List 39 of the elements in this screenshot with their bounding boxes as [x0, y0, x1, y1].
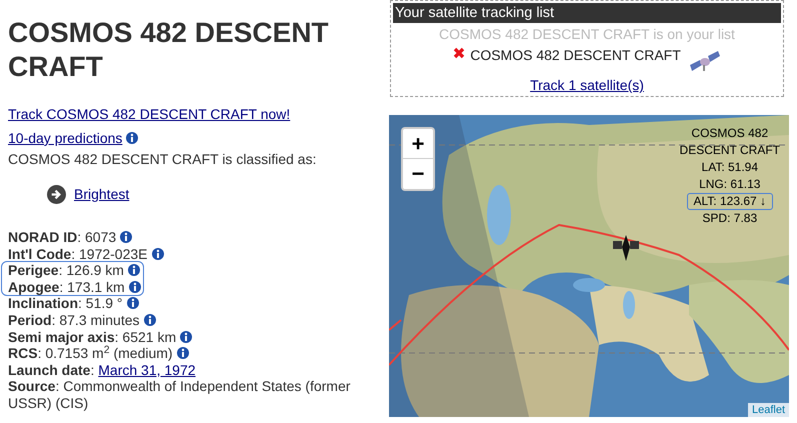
satellite-marker-icon	[613, 235, 639, 261]
satellite-name: COSMOS 482 DESCENT CRAFT	[470, 47, 681, 64]
info-icon[interactable]	[180, 330, 192, 343]
fact-text: Apogee: 173.1 km	[8, 278, 125, 295]
panel-header: Your satellite tracking list	[393, 3, 781, 23]
fact-text: Semi major axis: 6521 km	[8, 328, 176, 345]
track-link[interactable]: Track COSMOS 482 DESCENT CRAFT now!	[8, 104, 290, 125]
remove-icon[interactable]	[453, 47, 466, 59]
info-icon[interactable]	[152, 248, 164, 260]
info-line: LNG: 61.13	[698, 176, 762, 193]
page-title: COSMOS 482 DESCENT CRAFT	[8, 16, 330, 84]
fact-text: RCS: 0.7153 m$^{2}$ (medium)	[8, 345, 173, 362]
fact-text: Launch date: March 31, 1972	[8, 362, 196, 378]
info-line: DESCENT CRAFT	[678, 142, 781, 159]
info-icon[interactable]	[128, 280, 141, 293]
fact-text: Period: 87.3 minutes	[8, 312, 140, 328]
info-icon[interactable]	[126, 132, 138, 144]
info-icon[interactable]	[144, 314, 156, 326]
fact-text: Source: Commonwealth of Independent States (former USSR) (CIS)	[8, 378, 350, 411]
info-icon[interactable]	[126, 297, 139, 310]
classification-text: COSMOS 482 DESCENT CRAFT is classified as:	[8, 150, 316, 169]
info-icon[interactable]	[120, 231, 132, 243]
fact-text: Inclination: 51.9 °	[8, 295, 123, 312]
satellite-icon	[688, 49, 721, 73]
fact-text: NORAD ID: 6073	[8, 229, 116, 245]
info-line: SPD: 7.83	[701, 210, 758, 227]
fact-text: Perigee: 126.9 km	[8, 262, 124, 278]
category-link[interactable]: Brightest	[74, 184, 130, 205]
track-satellites-link[interactable]: Track 1 satellite(s)	[530, 77, 644, 94]
list-notice: COSMOS 482 DESCENT CRAFT is on your list	[439, 26, 735, 43]
info-icon[interactable]	[128, 264, 140, 276]
date-link[interactable]: March 31, 1972	[98, 362, 196, 378]
attribution-link[interactable]: Leaflet	[748, 403, 789, 417]
fact-text: Int'l Code: 1972-023E	[8, 246, 148, 262]
arrow-right-icon	[47, 185, 66, 204]
predictions-link[interactable]: 10-day predictions	[8, 130, 122, 146]
info-line: COSMOS 482	[690, 125, 770, 142]
info-icon[interactable]	[176, 347, 189, 360]
info-line: LAT: 51.94	[700, 159, 760, 176]
